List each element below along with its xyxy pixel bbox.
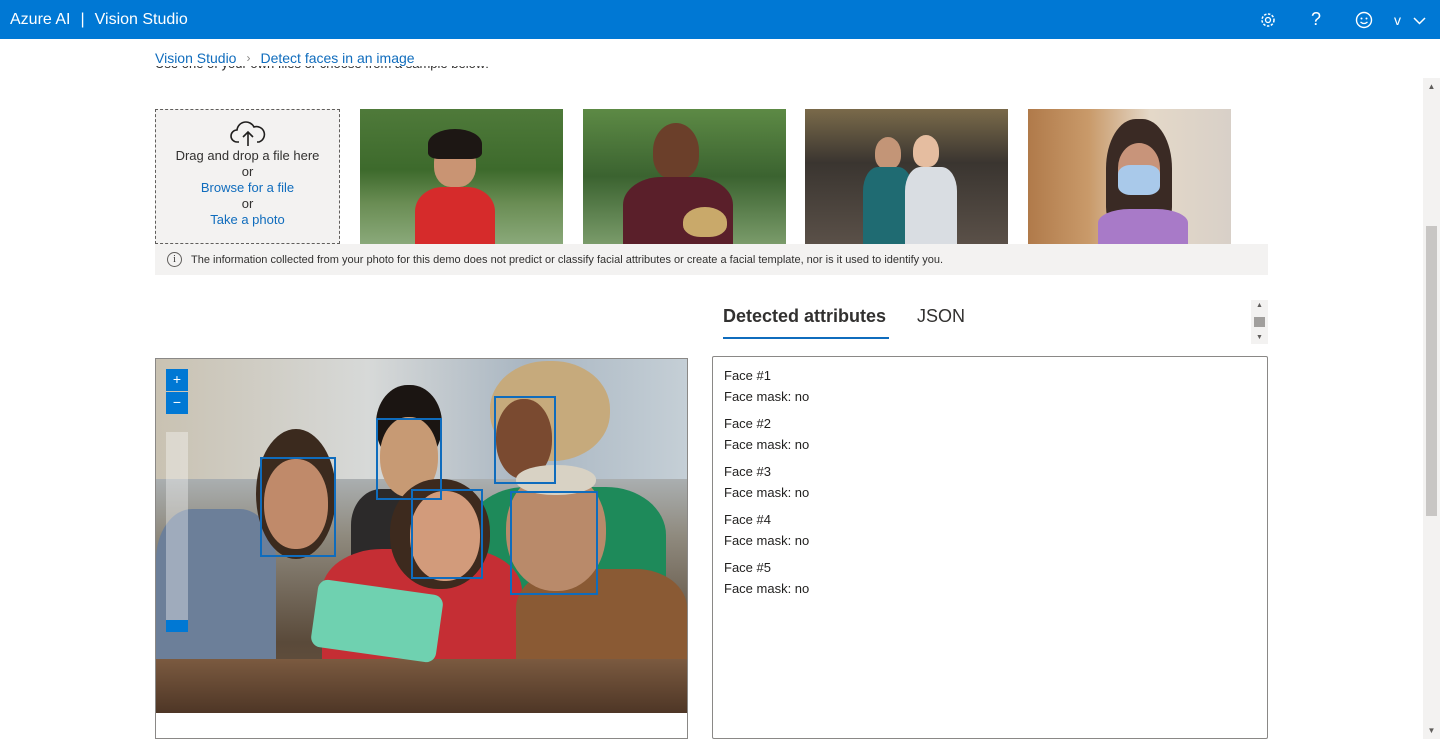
face-title: Face #3 <box>724 464 771 479</box>
face-mask-value: Face mask: no <box>724 437 810 452</box>
scrollbar-thumb[interactable] <box>1254 317 1265 327</box>
face-mask-value: Face mask: no <box>724 533 810 548</box>
intro-text: Use one of your own files or choose from… <box>155 66 489 78</box>
scroll-up-arrow-icon[interactable]: ▲ <box>1251 300 1268 312</box>
face-title: Face #1 <box>724 368 771 383</box>
breadcrumb: Vision Studio › Detect faces in an image <box>155 50 415 66</box>
or-text: or <box>241 196 254 211</box>
zoom-in-button[interactable]: + <box>166 369 188 391</box>
zoom-slider-handle[interactable] <box>166 620 188 632</box>
scroll-down-arrow-icon[interactable]: ▼ <box>1423 722 1440 739</box>
face-result-item: Face #1 Face mask: no <box>724 365 1256 407</box>
page-scrollbar-thumb[interactable] <box>1426 226 1437 516</box>
sample-image-man-holding-mask[interactable] <box>583 109 786 244</box>
face-title: Face #2 <box>724 416 771 431</box>
product-name: Vision Studio <box>94 10 188 28</box>
image-viewer: + − <box>155 358 688 739</box>
face-mask-value: Face mask: no <box>724 389 810 404</box>
help-icon[interactable]: ? <box>1292 0 1340 39</box>
brand-name: Azure AI <box>10 10 71 28</box>
privacy-info-text: The information collected from your phot… <box>191 253 944 266</box>
brand[interactable]: Azure AI | Vision Studio <box>0 11 188 29</box>
face-box-1[interactable] <box>260 457 336 557</box>
account-menu[interactable]: v <box>1388 12 1440 28</box>
face-title: Face #5 <box>724 560 771 575</box>
tab-detected-attributes[interactable]: Detected attributes <box>723 306 890 339</box>
face-box-4[interactable] <box>411 489 483 579</box>
face-box-2[interactable] <box>376 418 442 500</box>
breadcrumb-vision-studio[interactable]: Vision Studio <box>155 50 236 66</box>
tabs-scrollbar[interactable]: ▲ ▼ <box>1251 300 1268 344</box>
scroll-down-arrow-icon[interactable]: ▼ <box>1251 332 1268 344</box>
account-initial: v <box>1394 11 1401 28</box>
face-box-3[interactable] <box>494 396 556 484</box>
file-upload-dropzone[interactable]: Drag and drop a file here or Browse for … <box>155 109 340 244</box>
cloud-upload-icon <box>156 120 339 148</box>
detected-attributes-panel: Face #1 Face mask: no Face #2 Face mask:… <box>712 356 1268 739</box>
top-icons: ? v <box>1244 0 1440 39</box>
face-mask-value: Face mask: no <box>724 485 810 500</box>
face-result-item: Face #5 Face mask: no <box>724 557 1256 599</box>
gear-icon[interactable] <box>1244 0 1292 39</box>
browse-file-link[interactable]: Browse for a file <box>156 180 339 196</box>
chevron-down-icon <box>1413 12 1426 28</box>
privacy-info-bar: i The information collected from your ph… <box>155 244 1268 275</box>
drag-drop-text: Drag and drop a file here <box>175 148 320 163</box>
face-box-5[interactable] <box>510 491 598 595</box>
info-icon: i <box>167 252 182 267</box>
scroll-up-arrow-icon[interactable]: ▲ <box>1423 78 1440 95</box>
top-nav-bar: Azure AI | Vision Studio ? v <box>0 0 1440 39</box>
chevron-right-icon: › <box>246 51 251 65</box>
face-title: Face #4 <box>724 512 771 527</box>
feedback-smiley-icon[interactable] <box>1340 0 1388 39</box>
face-result-item: Face #4 Face mask: no <box>724 509 1256 551</box>
result-tabs: Detected attributes JSON <box>723 306 965 339</box>
breadcrumb-detect-faces[interactable]: Detect faces in an image <box>260 50 414 66</box>
face-mask-value: Face mask: no <box>724 581 810 596</box>
sample-image-two-women-office[interactable] <box>805 109 1008 244</box>
zoom-slider[interactable] <box>166 432 188 632</box>
face-result-item: Face #3 Face mask: no <box>724 461 1256 503</box>
tab-json[interactable]: JSON <box>917 306 965 339</box>
page-scrollbar[interactable]: ▲ ▼ <box>1423 78 1440 739</box>
sample-image-woman-face-mask[interactable] <box>1028 109 1231 244</box>
take-photo-link[interactable]: Take a photo <box>156 212 339 228</box>
brand-separator: | <box>80 10 85 28</box>
group-selfie-photo: + − <box>156 359 687 713</box>
zoom-out-button[interactable]: − <box>166 392 188 414</box>
zoom-controls: + − <box>166 369 188 415</box>
sample-image-woman-red-dress[interactable] <box>360 109 563 244</box>
or-text: or <box>241 164 254 179</box>
face-result-item: Face #2 Face mask: no <box>724 413 1256 455</box>
